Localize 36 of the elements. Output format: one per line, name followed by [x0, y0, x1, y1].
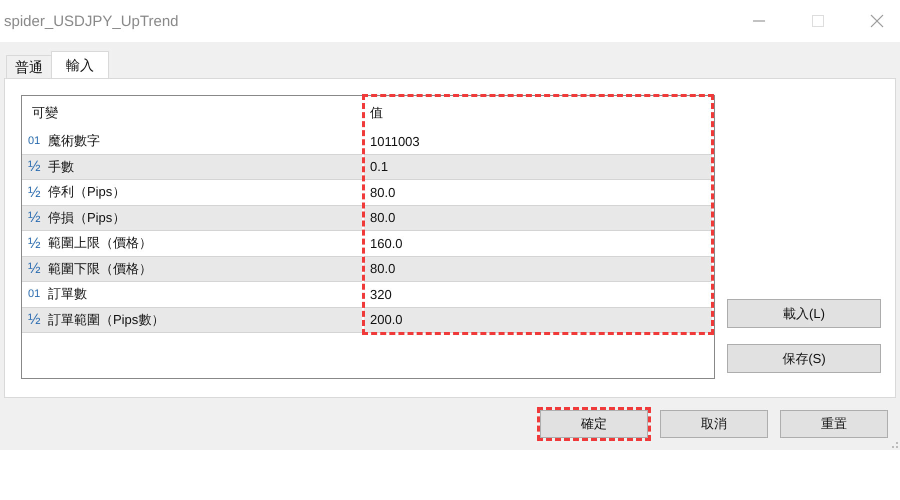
parameter-name: 手數	[48, 158, 74, 176]
window-title: spider_USDJPY_UpTrend	[4, 12, 179, 30]
parameter-name: 停損（Pips）	[48, 208, 126, 227]
parameter-value[interactable]: 80.0	[370, 210, 396, 226]
resize-grip-icon[interactable]	[892, 442, 898, 448]
parameter-value[interactable]: 80.0	[370, 184, 396, 200]
dialog-button[interactable]: 確定	[540, 410, 648, 438]
column-header: 值	[369, 104, 384, 122]
parameter-value[interactable]: 1011003	[370, 134, 420, 149]
parameter-name: 範圍上限（價格）	[48, 234, 152, 252]
parameter-name: 範圍下限（價格）	[48, 260, 152, 278]
side-button[interactable]: 保存(S)	[727, 344, 881, 373]
parameter-value[interactable]: 320	[370, 286, 392, 302]
parameter-name: 訂單數	[48, 285, 87, 304]
column-header: 可變	[31, 104, 59, 122]
parameter-value[interactable]: 0.1	[370, 159, 388, 174]
parameter-value[interactable]: 160.0	[370, 236, 403, 251]
side-button[interactable]: 載入(L)	[727, 299, 881, 328]
fraction-type-icon: ½	[28, 260, 42, 278]
integer-type-icon: 01	[28, 288, 42, 300]
fraction-type-icon: ½	[28, 158, 42, 176]
integer-type-icon: 01	[28, 135, 42, 148]
parameter-value[interactable]: 200.0	[370, 312, 403, 328]
parameter-name: 魔術數字	[48, 132, 100, 150]
fraction-type-icon: ½	[28, 209, 42, 226]
close-icon[interactable]	[870, 14, 884, 28]
parameter-name: 停利（Pips）	[48, 183, 126, 202]
tab[interactable]: 輸入	[51, 51, 109, 78]
tab[interactable]: 普通	[6, 55, 52, 78]
fraction-type-icon: ½	[28, 234, 42, 252]
parameter-name: 訂單範圍（Pips數）	[48, 310, 164, 329]
fraction-type-icon: ½	[28, 311, 42, 328]
parameter-value[interactable]: 80.0	[370, 261, 396, 276]
dialog-button[interactable]: 取消	[660, 410, 768, 438]
fraction-type-icon: ½	[28, 184, 42, 201]
dialog-button[interactable]: 重置	[780, 410, 888, 438]
